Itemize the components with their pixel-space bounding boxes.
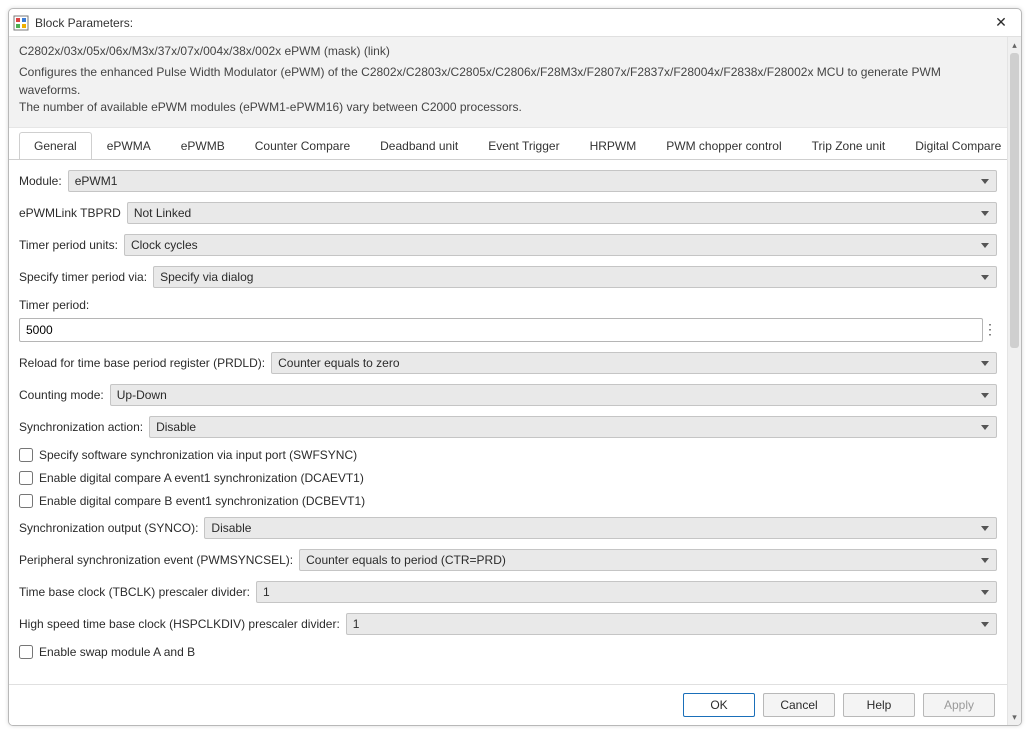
tab-trip-zone[interactable]: Trip Zone unit bbox=[797, 132, 901, 159]
hspclkdiv-label: High speed time base clock (HSPCLKDIV) p… bbox=[19, 617, 340, 631]
epwmlink-tbprd-label: ePWMLink TBPRD bbox=[19, 206, 121, 220]
synco-select[interactable]: Disable bbox=[204, 517, 997, 539]
timer-period-input[interactable] bbox=[19, 318, 983, 342]
specify-timer-period-via-select[interactable]: Specify via dialog bbox=[153, 266, 997, 288]
tab-general[interactable]: General bbox=[19, 132, 92, 159]
mask-header: C2802x/03x/05x/06x/M3x/37x/07x/004x/38x/… bbox=[9, 37, 1007, 128]
swap-ab-label: Enable swap module A and B bbox=[39, 645, 195, 659]
mask-desc-line-1: Configures the enhanced Pulse Width Modu… bbox=[19, 64, 997, 99]
titlebar: Block Parameters: ✕ bbox=[9, 9, 1021, 37]
dialog-footer: OK Cancel Help Apply bbox=[9, 684, 1007, 725]
reload-prdld-select[interactable]: Counter equals to zero bbox=[271, 352, 997, 374]
synco-label: Synchronization output (SYNCO): bbox=[19, 521, 198, 535]
tab-epwmb[interactable]: ePWMB bbox=[166, 132, 240, 159]
swfsync-checkbox[interactable] bbox=[19, 448, 33, 462]
sync-action-label: Synchronization action: bbox=[19, 420, 143, 434]
scroll-thumb[interactable] bbox=[1010, 53, 1019, 348]
window-title: Block Parameters: bbox=[35, 16, 987, 30]
content: C2802x/03x/05x/06x/M3x/37x/07x/004x/38x/… bbox=[9, 37, 1007, 725]
block-parameters-dialog: Block Parameters: ✕ C2802x/03x/05x/06x/M… bbox=[8, 8, 1022, 726]
vertical-scrollbar[interactable]: ▴ ▾ bbox=[1007, 37, 1021, 725]
body-area: C2802x/03x/05x/06x/M3x/37x/07x/004x/38x/… bbox=[9, 37, 1021, 725]
specify-timer-period-via-label: Specify timer period via: bbox=[19, 270, 147, 284]
tab-event-trigger[interactable]: Event Trigger bbox=[473, 132, 574, 159]
help-button[interactable]: Help bbox=[843, 693, 915, 717]
module-label: Module: bbox=[19, 174, 62, 188]
hspclkdiv-select[interactable]: 1 bbox=[346, 613, 997, 635]
cancel-button[interactable]: Cancel bbox=[763, 693, 835, 717]
module-select[interactable]: ePWM1 bbox=[68, 170, 997, 192]
dcaevt1-label: Enable digital compare A event1 synchron… bbox=[39, 471, 364, 485]
mask-title-line: C2802x/03x/05x/06x/M3x/37x/07x/004x/38x/… bbox=[19, 43, 997, 60]
tabs: General ePWMA ePWMB Counter Compare Dead… bbox=[9, 128, 1007, 159]
tab-digital-compare[interactable]: Digital Compare bbox=[900, 132, 1007, 159]
swfsync-label: Specify software synchronization via inp… bbox=[39, 448, 357, 462]
scroll-up-icon[interactable]: ▴ bbox=[1008, 37, 1021, 53]
counting-mode-label: Counting mode: bbox=[19, 388, 104, 402]
timer-period-units-select[interactable]: Clock cycles bbox=[124, 234, 997, 256]
scroll-down-icon[interactable]: ▾ bbox=[1008, 709, 1021, 725]
scroll-track[interactable] bbox=[1008, 53, 1021, 709]
pwmsyncsel-label: Peripheral synchronization event (PWMSYN… bbox=[19, 553, 293, 567]
apply-button[interactable]: Apply bbox=[923, 693, 995, 717]
dcbevt1-checkbox[interactable] bbox=[19, 494, 33, 508]
tbclk-label: Time base clock (TBCLK) prescaler divide… bbox=[19, 585, 250, 599]
pwmsyncsel-select[interactable]: Counter equals to period (CTR=PRD) bbox=[299, 549, 997, 571]
tab-deadband-unit[interactable]: Deadband unit bbox=[365, 132, 473, 159]
timer-period-units-label: Timer period units: bbox=[19, 238, 118, 252]
swap-ab-checkbox[interactable] bbox=[19, 645, 33, 659]
counting-mode-select[interactable]: Up-Down bbox=[110, 384, 997, 406]
close-icon[interactable]: ✕ bbox=[987, 12, 1015, 34]
timer-period-label: Timer period: bbox=[19, 298, 89, 312]
mask-desc-line-2: The number of available ePWM modules (eP… bbox=[19, 99, 997, 116]
epwmlink-tbprd-select[interactable]: Not Linked bbox=[127, 202, 997, 224]
dcbevt1-label: Enable digital compare B event1 synchron… bbox=[39, 494, 365, 508]
tab-hrpwm[interactable]: HRPWM bbox=[575, 132, 652, 159]
ok-button[interactable]: OK bbox=[683, 693, 755, 717]
timer-period-more-icon[interactable]: ⋮ bbox=[983, 318, 997, 342]
tab-content-general: Module: ePWM1 ePWMLink TBPRD Not Linked … bbox=[9, 159, 1007, 684]
reload-prdld-label: Reload for time base period register (PR… bbox=[19, 356, 265, 370]
dcaevt1-checkbox[interactable] bbox=[19, 471, 33, 485]
tab-counter-compare[interactable]: Counter Compare bbox=[240, 132, 365, 159]
tbclk-select[interactable]: 1 bbox=[256, 581, 997, 603]
tab-epwma[interactable]: ePWMA bbox=[92, 132, 166, 159]
tab-pwm-chopper[interactable]: PWM chopper control bbox=[651, 132, 796, 159]
app-icon bbox=[13, 15, 29, 31]
sync-action-select[interactable]: Disable bbox=[149, 416, 997, 438]
